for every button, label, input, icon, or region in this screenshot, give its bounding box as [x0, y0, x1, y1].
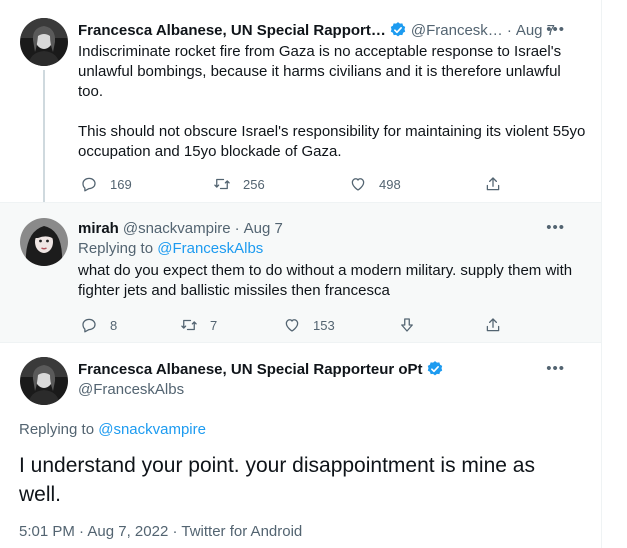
tweet-text: what do you expect them to do without a …	[78, 262, 573, 299]
tweet-actions: 169 256 498	[78, 174, 508, 194]
tweet-paragraph: Indiscriminate rocket fire from Gaza is …	[78, 43, 562, 100]
verified-icon	[390, 22, 406, 37]
author-handle[interactable]: @snackvampire	[123, 220, 231, 237]
tweet-mirah-reply[interactable]: mirah @snackvampire · Aug 7 ••• Replying…	[0, 202, 601, 343]
downvote-icon	[401, 318, 413, 332]
like-count: 153	[313, 317, 335, 333]
retweet-button[interactable]: 256	[213, 174, 265, 194]
replying-to-label: Replying to	[78, 240, 158, 257]
timeline-column: Francesca Albanese, UN Special Rapport… …	[0, 0, 602, 548]
reply-count: 8	[110, 317, 118, 333]
tweet-albanese-focused: Francesca Albanese, UN Special Rapporteu…	[0, 343, 601, 548]
tweet-header: Francesca Albanese, UN Special Rapporteu…	[78, 359, 583, 379]
share-button[interactable]	[484, 315, 502, 335]
retweet-icon	[214, 178, 230, 190]
share-icon	[486, 177, 500, 191]
more-icon[interactable]: •••	[546, 218, 565, 238]
tweet-text: I understand your point. your disappoint…	[19, 454, 535, 506]
reply-button[interactable]: 169	[80, 174, 132, 194]
tweet-time[interactable]: 5:01 PM	[19, 523, 75, 540]
tweet-handle-row: @FranceskAlbs	[78, 379, 583, 399]
tweet-source: Twitter for Android	[181, 523, 303, 540]
replying-to-label: Replying to	[19, 421, 99, 438]
like-count: 498	[379, 176, 401, 192]
like-icon	[351, 178, 365, 191]
tweet-text: Indiscriminate rocket fire from Gaza is …	[78, 42, 588, 162]
more-icon[interactable]: •••	[546, 20, 565, 40]
author-handle[interactable]: @Francesk…	[411, 22, 503, 39]
reply-icon	[82, 177, 96, 192]
separator-dot: ·	[234, 219, 240, 237]
thread-connector	[43, 70, 45, 202]
replying-to: Replying to @snackvampire	[19, 420, 529, 440]
tweet-albanese-original[interactable]: Francesca Albanese, UN Special Rapport… …	[0, 0, 601, 202]
tweet-meta: 5:01 PM · Aug 7, 2022 · Twitter for Andr…	[19, 523, 302, 540]
tweet-date[interactable]: Aug 7	[244, 220, 283, 237]
like-button[interactable]: 498	[349, 174, 401, 194]
separator-dot: ·	[506, 21, 512, 39]
author-name[interactable]: Francesca Albanese, UN Special Rapporteu…	[78, 361, 423, 378]
tweet-full-date[interactable]: Aug 7, 2022	[87, 523, 168, 540]
retweet-button[interactable]: 7	[180, 315, 217, 335]
tweet-actions: 8 7 153	[78, 315, 508, 335]
reply-icon	[82, 318, 96, 333]
avatar[interactable]	[20, 218, 68, 266]
avatar[interactable]	[20, 18, 68, 66]
reply-button[interactable]: 8	[80, 315, 117, 335]
avatar[interactable]	[20, 357, 68, 405]
more-icon[interactable]: •••	[546, 359, 565, 379]
tweet-header: Francesca Albanese, UN Special Rapport… …	[78, 20, 583, 40]
like-icon	[285, 319, 299, 332]
reply-count: 169	[110, 176, 132, 192]
retweet-icon	[181, 319, 197, 331]
tweet-header: mirah @snackvampire · Aug 7 •••	[78, 218, 583, 238]
author-name[interactable]: mirah	[78, 220, 119, 237]
verified-icon	[427, 361, 442, 376]
tweet-paragraph: This should not obscure Israel's respons…	[78, 123, 586, 160]
author-name[interactable]: Francesca Albanese, UN Special Rapport…	[78, 22, 386, 39]
retweet-count: 256	[243, 176, 265, 192]
retweet-count: 7	[210, 317, 218, 333]
share-icon	[486, 318, 500, 332]
downvote-button[interactable]	[398, 315, 416, 335]
replying-to: Replying to @FranceskAlbs	[78, 239, 588, 259]
replying-to-handle[interactable]: @snackvampire	[98, 421, 206, 438]
author-handle[interactable]: @FranceskAlbs	[78, 381, 184, 398]
like-button[interactable]: 153	[283, 315, 335, 335]
replying-to-handle[interactable]: @FranceskAlbs	[157, 240, 263, 257]
share-button[interactable]	[484, 174, 502, 194]
